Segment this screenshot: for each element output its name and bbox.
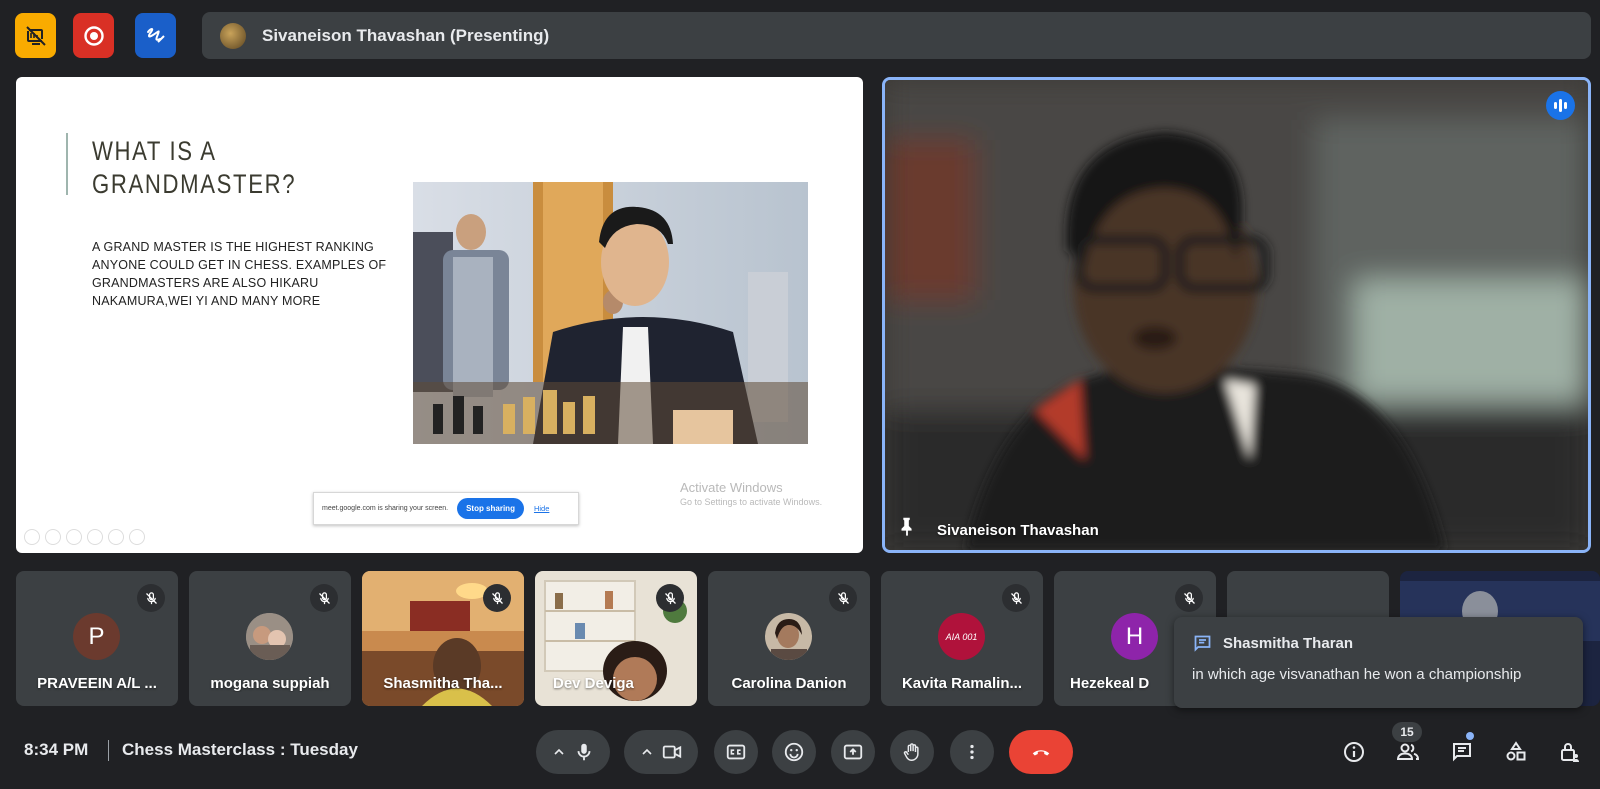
participant-name: Shasmitha Tha... — [383, 675, 503, 692]
participant-tile[interactable]: Shasmitha Tha... — [362, 571, 524, 706]
meeting-time: 8:34 PM — [24, 740, 89, 759]
whiteboard-icon — [146, 27, 165, 43]
info-icon — [1344, 742, 1364, 762]
slide-photo — [413, 182, 808, 444]
camera-button[interactable] — [624, 730, 698, 774]
present-now-button[interactable] — [831, 730, 875, 774]
leave-call-button[interactable] — [1009, 730, 1073, 774]
people-icon — [1396, 743, 1420, 760]
screen-share-off-button[interactable] — [15, 13, 56, 58]
pin-icon[interactable] — [896, 515, 918, 542]
top-bar: Sivaneison Thavashan (Presenting) — [0, 0, 1600, 72]
mic-off-icon — [1002, 584, 1030, 612]
divider — [108, 740, 109, 761]
microphone-button[interactable] — [536, 730, 610, 774]
record-icon — [83, 25, 104, 46]
shapes-icon — [1506, 741, 1526, 761]
stop-sharing-button[interactable]: Stop sharing — [457, 498, 524, 519]
mic-off-icon — [310, 584, 338, 612]
speaker-video — [885, 80, 1588, 550]
microphone-icon — [577, 743, 591, 761]
chat-icon — [1194, 635, 1211, 652]
participant-tile[interactable]: AIA 001 Kavita Ramalin... — [881, 571, 1043, 706]
record-button[interactable] — [73, 13, 114, 58]
avatar — [246, 613, 293, 660]
slide-pen-icon[interactable] — [66, 529, 82, 545]
participant-tile[interactable]: P PRAVEEIN A/L ... — [16, 571, 178, 706]
participant-tile[interactable]: mogana suppiah — [189, 571, 351, 706]
sharing-notice-text: meet.google.com is sharing your screen. — [322, 505, 449, 512]
mic-off-icon — [656, 584, 684, 612]
avatar: AIA 001 — [938, 613, 985, 660]
screen-off-icon — [25, 25, 46, 46]
speaker-tile[interactable]: Sivaneison Thavashan — [882, 77, 1591, 553]
host-controls-button[interactable] — [1556, 738, 1584, 766]
chevron-up-icon[interactable] — [551, 744, 567, 760]
activate-line2: Go to Settings to activate Windows. — [680, 497, 823, 507]
slide-title: WHAT IS A GRANDMASTER? — [92, 136, 297, 199]
presenting-bar[interactable]: Sivaneison Thavashan (Presenting) — [202, 12, 1591, 59]
chat-sender: Shasmitha Tharan — [1223, 635, 1354, 652]
speaking-indicator-icon — [1546, 91, 1575, 120]
participant-name: PRAVEEIN A/L ... — [37, 675, 157, 692]
meeting-title: Chess Masterclass : Tuesday — [122, 740, 358, 759]
slide-zoom-icon[interactable] — [108, 529, 124, 545]
people-button[interactable] — [1394, 738, 1422, 766]
presenter-avatar — [220, 22, 246, 49]
chat-button[interactable] — [1448, 738, 1476, 766]
participant-name: mogana suppiah — [210, 675, 330, 692]
hand-icon — [903, 743, 919, 761]
captions-button[interactable] — [714, 730, 758, 774]
activities-button[interactable] — [1502, 738, 1530, 766]
participant-tile[interactable]: Carolina Danion — [708, 571, 870, 706]
captions-icon — [726, 744, 746, 760]
whiteboard-button[interactable] — [135, 13, 176, 58]
emoji-icon — [784, 742, 804, 762]
mic-off-icon — [483, 584, 511, 612]
more-options-button[interactable] — [950, 730, 994, 774]
lock-person-icon — [1561, 743, 1579, 762]
slide-prev-icon[interactable] — [24, 529, 40, 545]
chat-notification-header: Shasmitha Tharan — [1192, 633, 1583, 654]
hide-link[interactable]: Hide — [534, 504, 549, 513]
activate-line1: Activate Windows — [680, 480, 783, 495]
chat-icon — [1453, 743, 1471, 762]
bottom-bar: 8:34 PM Chess Masterclass : Tuesday 15 — [0, 712, 1600, 789]
sharing-notice-bar: meet.google.com is sharing your screen. … — [313, 492, 579, 525]
slide-body: A GRAND MASTER IS THE HIGHEST RANKING AN… — [92, 240, 387, 308]
activate-windows-watermark: Activate Windows Go to Settings to activ… — [680, 481, 822, 509]
mic-off-icon — [1175, 584, 1203, 612]
avatar: P — [73, 613, 120, 660]
chat-message: in which age visvanathan he won a champi… — [1192, 666, 1522, 683]
presentation-slide[interactable]: WHAT IS A GRANDMASTER? A GRAND MASTER IS… — [16, 77, 863, 553]
chevron-up-icon[interactable] — [639, 744, 655, 760]
participant-name: Kavita Ramalin... — [901, 675, 1023, 692]
raise-hand-button[interactable] — [890, 730, 934, 774]
speaker-name: Sivaneison Thavashan — [937, 522, 1099, 539]
present-icon — [843, 744, 863, 760]
slide-accent-line — [66, 133, 68, 195]
camera-icon — [662, 745, 682, 759]
meeting-details-button[interactable] — [1340, 738, 1368, 766]
slide-next-icon[interactable] — [45, 529, 61, 545]
hang-up-icon — [1032, 750, 1050, 756]
slide-controls — [24, 529, 145, 545]
mic-off-icon — [829, 584, 857, 612]
participant-tile[interactable]: Dev Deviga — [535, 571, 697, 706]
participant-name: Dev Deviga — [553, 675, 634, 692]
presenting-label: Sivaneison Thavashan (Presenting) — [262, 25, 550, 45]
slide-grid-icon[interactable] — [87, 529, 103, 545]
slide-more-icon[interactable] — [129, 529, 145, 545]
avatar: H — [1111, 613, 1158, 660]
reactions-button[interactable] — [772, 730, 816, 774]
avatar — [765, 613, 812, 660]
more-vert-icon — [970, 744, 974, 760]
chat-notification[interactable]: Shasmitha Tharan in which age visvanatha… — [1174, 617, 1583, 708]
participant-name: Carolina Danion — [731, 675, 847, 692]
mic-off-icon — [137, 584, 165, 612]
